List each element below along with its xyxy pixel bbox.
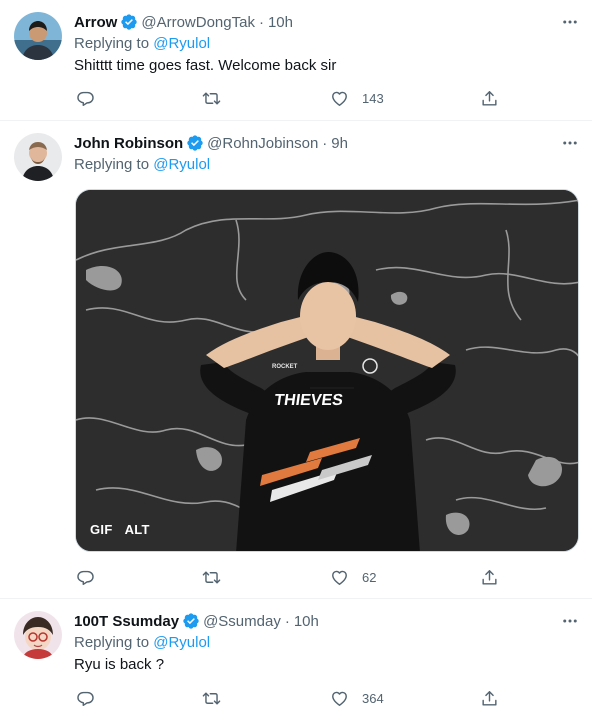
user-handle[interactable]: @Ssumday	[203, 613, 281, 630]
like-count: 62	[362, 569, 377, 585]
like-button[interactable]: 62	[330, 567, 376, 587]
more-options-icon[interactable]	[560, 133, 580, 153]
like-button[interactable]: 143	[330, 88, 384, 108]
tweet-header: Arrow @ArrowDongTak · 10h	[74, 12, 293, 32]
tweet-reply[interactable]: John Robinson @RohnJobinson · 9h Replyin…	[0, 121, 592, 599]
user-handle[interactable]: @RohnJobinson	[207, 135, 318, 152]
retweet-button[interactable]	[202, 567, 234, 587]
user-handle[interactable]: @ArrowDongTak	[141, 14, 255, 31]
separator-dot: ·	[258, 13, 264, 31]
mention-link[interactable]: @Ryulol	[153, 634, 210, 651]
avatar[interactable]	[14, 611, 62, 659]
media-badges: GIF ALT	[90, 522, 150, 537]
tweet-header: 100T Ssumday @Ssumday · 10h	[74, 611, 319, 631]
avatar[interactable]	[14, 12, 62, 60]
tweet-text: Shitttt time goes fast. Welcome back sir	[74, 57, 337, 74]
alt-text-badge[interactable]: ALT	[125, 522, 150, 537]
action-bar: 62	[74, 567, 504, 587]
action-bar: 143	[74, 88, 504, 108]
replying-to: Replying to @Ryulol	[74, 35, 210, 52]
retweet-icon	[202, 568, 221, 587]
mention-link[interactable]: @Ryulol	[153, 156, 210, 173]
gif-media[interactable]: THIEVES ROCKET GIF ALT	[75, 189, 579, 552]
like-button[interactable]: 364	[330, 688, 384, 708]
share-button[interactable]	[480, 567, 499, 587]
replying-to: Replying to @Ryulol	[74, 634, 210, 651]
verified-badge-icon	[186, 134, 204, 152]
action-bar: 364	[74, 688, 504, 708]
timestamp[interactable]: 10h	[268, 14, 293, 31]
verified-badge-icon	[120, 13, 138, 31]
gif-badge: GIF	[90, 522, 113, 537]
tweet-header: John Robinson @RohnJobinson · 9h	[74, 133, 348, 153]
retweet-icon	[202, 89, 221, 108]
timestamp[interactable]: 9h	[331, 135, 348, 152]
replying-to-label: Replying to	[74, 634, 150, 651]
tweet-reply[interactable]: 100T Ssumday @Ssumday · 10h Replying to …	[0, 599, 592, 722]
display-name[interactable]: John Robinson	[74, 135, 183, 152]
verified-badge-icon	[182, 612, 200, 630]
share-upload-icon	[480, 568, 499, 587]
replying-to-label: Replying to	[74, 156, 150, 173]
tweet-reply[interactable]: Arrow @ArrowDongTak · 10h Replying to @R…	[0, 0, 592, 121]
tweet-text: Ryu is back ?	[74, 656, 165, 673]
retweet-icon	[202, 689, 221, 708]
display-name[interactable]: Arrow	[74, 14, 117, 31]
like-count: 364	[362, 690, 384, 706]
reply-button[interactable]	[76, 688, 108, 708]
shirt-text: THIEVES	[273, 391, 344, 409]
shirt-sponsor-logo: ROCKET	[272, 364, 298, 370]
replying-to-label: Replying to	[74, 35, 150, 52]
gif-frame: THIEVES ROCKET	[76, 190, 578, 551]
reply-button[interactable]	[76, 88, 108, 108]
retweet-button[interactable]	[202, 88, 234, 108]
share-upload-icon	[480, 89, 499, 108]
heart-icon	[330, 689, 349, 708]
more-options-icon[interactable]	[560, 12, 580, 32]
reply-bubble-icon	[76, 568, 95, 587]
more-options-icon[interactable]	[560, 611, 580, 631]
share-button[interactable]	[480, 88, 499, 108]
like-count: 143	[362, 90, 384, 106]
heart-icon	[330, 89, 349, 108]
reply-button[interactable]	[76, 567, 108, 587]
separator-dot: ·	[284, 612, 290, 630]
separator-dot: ·	[322, 134, 328, 152]
reply-bubble-icon	[76, 89, 95, 108]
replying-to: Replying to @Ryulol	[74, 156, 210, 173]
share-upload-icon	[480, 689, 499, 708]
mention-link[interactable]: @Ryulol	[153, 35, 210, 52]
heart-icon	[330, 568, 349, 587]
display-name[interactable]: 100T Ssumday	[74, 613, 179, 630]
avatar[interactable]	[14, 133, 62, 181]
retweet-button[interactable]	[202, 688, 234, 708]
share-button[interactable]	[480, 688, 499, 708]
timestamp[interactable]: 10h	[294, 613, 319, 630]
reply-bubble-icon	[76, 689, 95, 708]
